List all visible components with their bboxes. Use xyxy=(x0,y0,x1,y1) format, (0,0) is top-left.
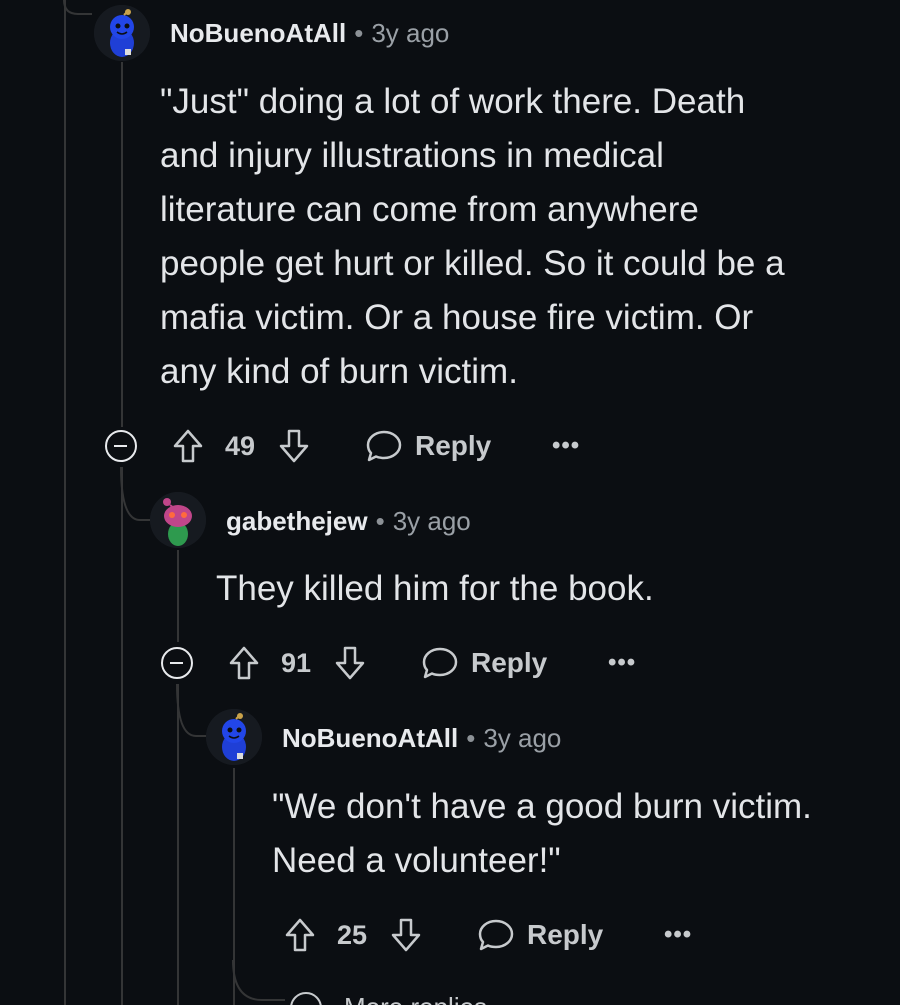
comment-actions: 25 Reply ••• xyxy=(0,915,900,955)
meta-separator: • xyxy=(375,506,385,536)
comment-meta: NoBuenoAtAll • 3y ago xyxy=(170,16,449,50)
avatar[interactable] xyxy=(206,709,262,765)
reply-label: Reply xyxy=(471,647,548,678)
meta-separator: • xyxy=(466,723,476,753)
timestamp[interactable]: 3y ago xyxy=(483,723,561,753)
comment-body-line: mafia victim. Or a house fire victim. Or xyxy=(160,298,754,337)
more-options-button[interactable]: ••• xyxy=(608,643,636,683)
reply-label: Reply xyxy=(415,430,492,461)
comment-body: "We don't have a good burn victim. Need … xyxy=(272,780,812,888)
comment-body-line: literature can come from anywhere xyxy=(160,190,699,229)
comment-body: "Just" doing a lot of work there. Death … xyxy=(160,75,785,399)
more-options-button[interactable]: ••• xyxy=(552,426,580,466)
avatar[interactable] xyxy=(150,492,206,548)
downvote-icon[interactable] xyxy=(390,915,422,955)
upvote-icon[interactable] xyxy=(228,643,260,683)
comment-body-line: "We don't have a good burn victim. xyxy=(272,787,812,826)
reply-button[interactable]: Reply xyxy=(421,643,547,683)
timestamp[interactable]: 3y ago xyxy=(371,18,449,48)
expand-icon xyxy=(290,992,322,1005)
comment-body-line: Need a volunteer!" xyxy=(272,841,561,880)
reply-button[interactable]: Reply xyxy=(477,915,603,955)
username-link[interactable]: gabethejew xyxy=(226,506,368,536)
reply-label: Reply xyxy=(527,919,604,950)
comment-body-line: They killed him for the book. xyxy=(216,569,654,608)
collapse-icon[interactable] xyxy=(105,430,137,462)
avatar[interactable] xyxy=(94,5,150,61)
reply-button[interactable]: Reply xyxy=(365,426,491,466)
comment-meta: NoBuenoAtAll • 3y ago xyxy=(282,721,561,755)
collapse-icon[interactable] xyxy=(161,647,193,679)
comment-body-line: any kind of burn victim. xyxy=(160,352,518,391)
meta-separator: • xyxy=(354,18,364,48)
username-link[interactable]: NoBuenoAtAll xyxy=(282,723,458,753)
speech-bubble-icon xyxy=(477,917,515,953)
speech-bubble-icon xyxy=(365,428,403,464)
comment-body-line: "Just" doing a lot of work there. Death xyxy=(160,82,746,121)
vote-count: 49 xyxy=(225,430,256,461)
comment-actions: 91 Reply ••• xyxy=(0,643,900,683)
snoo-blue-avatar-icon xyxy=(94,5,150,61)
snoo-blue-avatar-icon xyxy=(206,709,262,765)
upvote-icon[interactable] xyxy=(284,915,316,955)
downvote-icon[interactable] xyxy=(334,643,366,683)
more-replies-button[interactable]: More replies xyxy=(290,992,590,1005)
comment-actions: 49 Reply ••• xyxy=(0,426,900,466)
timestamp[interactable]: 3y ago xyxy=(393,506,471,536)
username-link[interactable]: NoBuenoAtAll xyxy=(170,18,346,48)
snoo-pink-avatar-icon xyxy=(150,492,206,548)
more-options-button[interactable]: ••• xyxy=(664,915,692,955)
comment-body: They killed him for the book. xyxy=(216,562,654,616)
comment-body-line: people get hurt or killed. So it could b… xyxy=(160,244,785,283)
comment-body-line: and injury illustrations in medical xyxy=(160,136,664,175)
vote-count: 91 xyxy=(281,647,312,678)
comment-meta: gabethejew • 3y ago xyxy=(226,504,471,538)
speech-bubble-icon xyxy=(421,645,459,681)
vote-count: 25 xyxy=(337,919,368,950)
upvote-icon[interactable] xyxy=(172,426,204,466)
downvote-icon[interactable] xyxy=(278,426,310,466)
more-replies-label: More replies xyxy=(344,992,487,1005)
